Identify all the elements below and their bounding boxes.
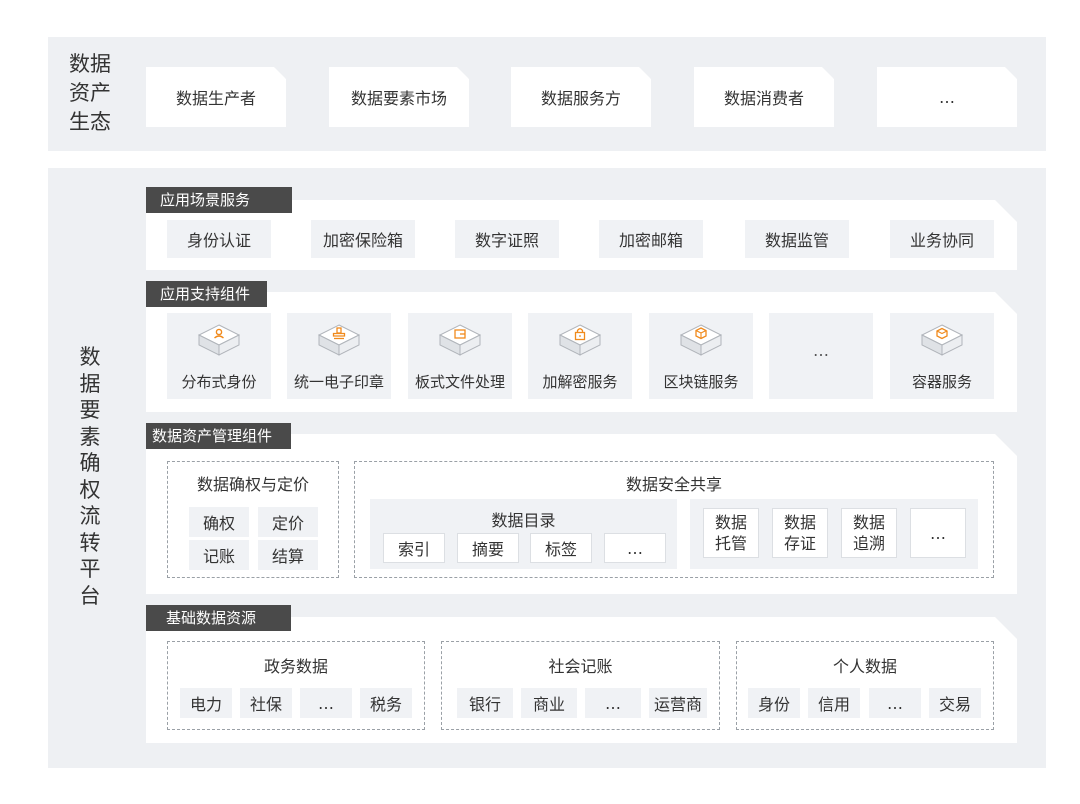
ecosystem-card-more: …: [877, 67, 1017, 127]
layer-app-components-title: 应用支持组件: [146, 281, 267, 307]
catalog-title: 数据目录: [491, 511, 556, 530]
platform-title: 数 据 要 素 确 权 流 转 平 台: [79, 345, 101, 608]
service-item: 加密邮箱: [599, 220, 703, 258]
base-chip: 交易: [929, 688, 981, 718]
base-chip: 银行: [457, 688, 513, 718]
service-item: 业务协同: [890, 220, 994, 258]
component-label: 区块链服务: [663, 373, 739, 391]
blockchain-icon: [679, 324, 723, 356]
service-item: 数字证照: [455, 220, 559, 258]
service-item: 数据监管: [745, 220, 849, 258]
sharing-chip-custody: 数据 托管: [703, 508, 759, 558]
base-chip: …: [869, 688, 921, 718]
stamp-icon: [317, 324, 361, 356]
base-chip: 信用: [808, 688, 860, 718]
sharing-chip-trace: 数据 追溯: [841, 508, 897, 558]
lock-icon: [558, 324, 602, 356]
rights-chip: 结算: [258, 540, 318, 570]
component-label: 板式文件处理: [414, 373, 505, 391]
component-label: 统一电子印章: [293, 373, 384, 391]
base-chip: 税务: [360, 688, 412, 718]
component-label: 容器服务: [911, 373, 972, 391]
component-item-blockchain: 区块链服务: [649, 313, 753, 399]
layer-base-data-title: 基础数据资源: [146, 605, 291, 631]
base-chip: 商业: [521, 688, 577, 718]
base-group-title: 社会记账: [548, 657, 613, 676]
layer-asset-mgmt-title: 数据资产管理组件: [146, 423, 291, 449]
component-item-crypto: 加解密服务: [528, 313, 632, 399]
ecosystem-card-service-provider: 数据服务方: [511, 67, 651, 127]
base-group-title: 个人数据: [832, 657, 897, 676]
component-item-did: 分布式身份: [167, 313, 271, 399]
container-icon: [920, 324, 964, 356]
catalog-chip: 摘要: [457, 533, 519, 563]
sharing-chip-more: …: [910, 508, 966, 558]
component-label: 加解密服务: [542, 373, 618, 391]
base-chip: …: [585, 688, 641, 718]
base-chip: 社保: [240, 688, 292, 718]
base-chip: …: [300, 688, 352, 718]
base-chip: 电力: [180, 688, 232, 718]
base-group-title: 政务数据: [263, 657, 328, 676]
component-item-container: 容器服务: [890, 313, 994, 399]
service-item: 加密保险箱: [311, 220, 415, 258]
service-item: 身份认证: [167, 220, 271, 258]
file-icon: [438, 324, 482, 356]
rights-chip: 确权: [189, 507, 249, 537]
rights-pricing-title: 数据确权与定价: [196, 475, 309, 494]
base-chip: 运营商: [649, 688, 707, 718]
ecosystem-card-producer: 数据生产者: [146, 67, 286, 127]
catalog-chip: …: [604, 533, 666, 563]
ecosystem-card-consumer: 数据消费者: [694, 67, 834, 127]
component-item-file: 板式文件处理: [408, 313, 512, 399]
component-label: 分布式身份: [181, 373, 257, 391]
component-item-more: …: [769, 313, 873, 399]
catalog-chip: 索引: [383, 533, 445, 563]
layer-app-services-title: 应用场景服务: [146, 187, 292, 213]
ecosystem-title: 数据 资产 生态: [69, 52, 111, 134]
secure-sharing-title: 数据安全共享: [625, 475, 722, 494]
rights-chip: 记账: [189, 540, 249, 570]
person-icon: [197, 324, 241, 356]
sharing-chip-evidence: 数据 存证: [772, 508, 828, 558]
component-item-seal: 统一电子印章: [287, 313, 391, 399]
ecosystem-card-market: 数据要素市场: [329, 67, 469, 127]
catalog-chip: 标签: [530, 533, 592, 563]
ellipsis-text: …: [813, 341, 829, 360]
rights-chip: 定价: [258, 507, 318, 537]
base-chip: 身份: [748, 688, 800, 718]
